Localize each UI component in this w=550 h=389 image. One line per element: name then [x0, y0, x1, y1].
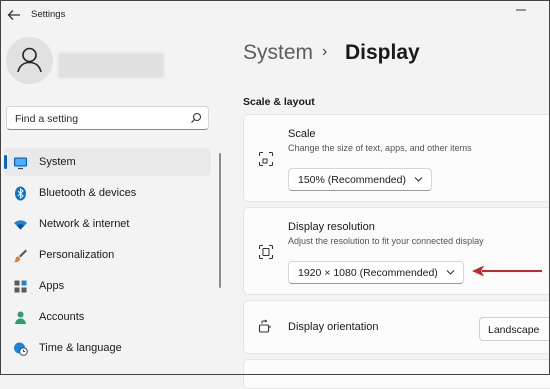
sidebar-item-label: Personalization	[39, 249, 115, 261]
scale-title: Scale	[288, 128, 316, 140]
sidebar-item-label: Network & internet	[39, 218, 130, 230]
resolution-dropdown[interactable]: 1920 × 1080 (Recommended)	[288, 261, 464, 284]
display-resolution-card: Display resolution Adjust the resolution…	[243, 207, 550, 295]
search-placeholder: Find a setting	[15, 113, 79, 125]
annotation-arrow	[472, 265, 542, 277]
resolution-description: Adjust the resolution to fit your connec…	[288, 236, 484, 246]
orientation-icon	[258, 319, 271, 333]
minimize-icon[interactable]	[514, 4, 528, 16]
person-icon	[15, 311, 26, 324]
brush-icon	[14, 249, 27, 263]
resolution-title: Display resolution	[288, 221, 375, 233]
apps-icon	[14, 280, 27, 293]
sidebar-item-accounts[interactable]: Accounts	[4, 303, 211, 331]
title-bar: Settings	[0, 0, 550, 30]
scale-description: Change the size of text, apps, and other…	[288, 143, 472, 153]
back-arrow-icon[interactable]	[6, 7, 22, 23]
sidebar-item-network[interactable]: Network & internet	[4, 210, 211, 238]
search-icon	[191, 112, 202, 123]
display-orientation-card: Display orientation Landscape	[243, 300, 550, 354]
breadcrumb-parent[interactable]: System	[243, 41, 313, 65]
monitor-icon	[14, 157, 27, 170]
sidebar-item-personalization[interactable]: Personalization	[4, 241, 211, 269]
next-setting-card	[243, 359, 550, 389]
person-avatar-icon	[17, 47, 42, 73]
sidebar-item-label: System	[39, 156, 76, 168]
sidebar-item-apps[interactable]: Apps	[4, 272, 211, 300]
scale-icon	[258, 151, 274, 167]
chevron-down-icon	[414, 177, 423, 182]
breadcrumb-separator: ›	[322, 43, 328, 60]
window-title: Settings	[31, 9, 66, 20]
sidebar-item-bluetooth[interactable]: Bluetooth & devices	[4, 179, 211, 207]
search-input[interactable]: Find a setting	[6, 106, 209, 130]
wifi-icon	[14, 220, 27, 230]
scale-card: Scale Change the size of text, apps, and…	[243, 114, 550, 202]
sidebar-item-time-language[interactable]: Time & language	[4, 334, 211, 362]
globe-clock-icon	[14, 342, 28, 356]
orientation-title: Display orientation	[288, 321, 379, 333]
sidebar-scrollbar[interactable]	[219, 153, 221, 288]
active-indicator	[4, 155, 7, 169]
sidebar-item-label: Time & language	[39, 342, 122, 354]
sidebar-item-label: Apps	[39, 280, 65, 292]
sidebar-item-system[interactable]: System	[4, 148, 211, 176]
resolution-dropdown-value: 1920 × 1080 (Recommended)	[298, 267, 438, 279]
sidebar-item-label: Accounts	[39, 311, 85, 323]
orientation-dropdown-value: Landscape	[488, 324, 540, 336]
page-title: Display	[345, 41, 420, 64]
resolution-icon	[258, 244, 274, 260]
avatar[interactable]	[6, 37, 53, 84]
scale-dropdown-value: 150% (Recommended)	[298, 174, 406, 186]
orientation-dropdown[interactable]: Landscape	[479, 317, 550, 341]
chevron-down-icon	[446, 270, 455, 275]
bluetooth-icon	[15, 186, 26, 201]
username-redacted	[58, 53, 164, 78]
section-heading: Scale & layout	[243, 96, 315, 108]
sidebar-item-label: Bluetooth & devices	[39, 187, 137, 199]
scale-dropdown[interactable]: 150% (Recommended)	[288, 168, 432, 191]
